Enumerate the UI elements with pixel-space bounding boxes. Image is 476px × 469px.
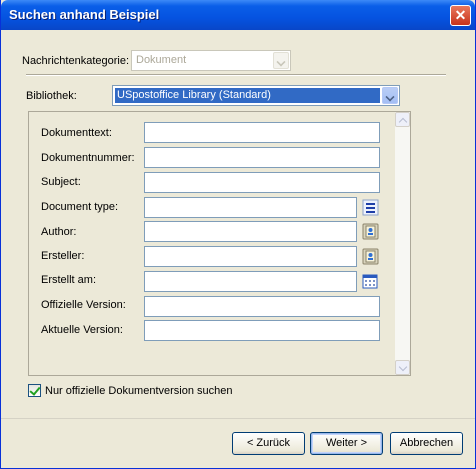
chevron-down-icon xyxy=(398,362,408,372)
category-select[interactable]: Dokument xyxy=(131,50,291,71)
search-by-example-dialog: Suchen anhand Beispiel ✕ Nachrichtenkate… xyxy=(0,0,476,469)
aktuelle-version-input[interactable] xyxy=(144,320,380,341)
field-label-subject: Subject: xyxy=(41,176,81,188)
dialog-title: Suchen anhand Beispiel xyxy=(9,7,160,22)
close-icon: ✕ xyxy=(454,7,467,23)
calendar-icon xyxy=(362,274,378,289)
library-label: Bibliothek: xyxy=(26,90,77,102)
chevron-down-icon xyxy=(276,57,286,67)
offizielle-version-input[interactable] xyxy=(144,296,380,317)
back-button[interactable]: < Zurück xyxy=(232,432,305,455)
category-dropdown-button[interactable] xyxy=(273,52,289,69)
erstellt-am-input[interactable] xyxy=(144,271,357,292)
field-label-document-type: Document type: xyxy=(41,201,119,213)
address-book-icon xyxy=(362,223,379,240)
separator xyxy=(26,74,446,76)
dokumenttext-input[interactable] xyxy=(144,122,380,143)
chevron-up-icon xyxy=(398,117,408,127)
close-button[interactable]: ✕ xyxy=(450,5,471,26)
chevron-down-icon xyxy=(385,92,395,102)
field-label-ersteller: Ersteller: xyxy=(41,250,85,262)
scroll-down-button[interactable] xyxy=(395,360,410,375)
category-label: Nachrichtenkategorie: xyxy=(22,55,130,67)
check-icon xyxy=(29,384,41,396)
date-picker-button[interactable] xyxy=(362,273,379,290)
title-bar[interactable]: Suchen anhand Beispiel ✕ xyxy=(1,0,475,30)
list-picker-icon xyxy=(362,199,379,216)
next-button[interactable]: Weiter > xyxy=(310,432,383,455)
button-bar-separator xyxy=(1,418,475,419)
ersteller-picker-button[interactable] xyxy=(362,248,379,265)
library-dropdown-button[interactable] xyxy=(382,87,398,104)
library-value: USpostoffice Library (Standard) xyxy=(115,88,380,103)
document-type-input[interactable] xyxy=(144,197,357,218)
field-label-aktuelle-version: Aktuelle Version: xyxy=(41,324,123,336)
panel-scrollbar[interactable] xyxy=(395,112,410,375)
subject-input[interactable] xyxy=(144,172,380,193)
field-label-dokumentnummer: Dokumentnummer: xyxy=(41,152,135,164)
dokumentnummer-input[interactable] xyxy=(144,147,380,168)
category-value: Dokument xyxy=(136,54,187,66)
field-label-erstellt-am: Erstellt am: xyxy=(41,274,97,286)
author-picker-button[interactable] xyxy=(362,223,379,240)
official-only-checkbox[interactable] xyxy=(28,384,41,397)
ersteller-input[interactable] xyxy=(144,246,357,267)
scroll-up-button[interactable] xyxy=(395,112,410,127)
document-type-picker-button[interactable] xyxy=(362,199,379,216)
field-label-offizielle-version: Offizielle Version: xyxy=(41,299,126,311)
address-book-icon xyxy=(362,248,379,265)
cancel-button[interactable]: Abbrechen xyxy=(390,432,463,455)
field-label-author: Author: xyxy=(41,226,77,238)
library-select[interactable]: USpostoffice Library (Standard) xyxy=(112,85,400,106)
author-input[interactable] xyxy=(144,221,357,242)
official-only-label[interactable]: Nur offizielle Dokumentversion suchen xyxy=(45,384,233,398)
field-label-dokumenttext: Dokumenttext: xyxy=(41,127,112,139)
